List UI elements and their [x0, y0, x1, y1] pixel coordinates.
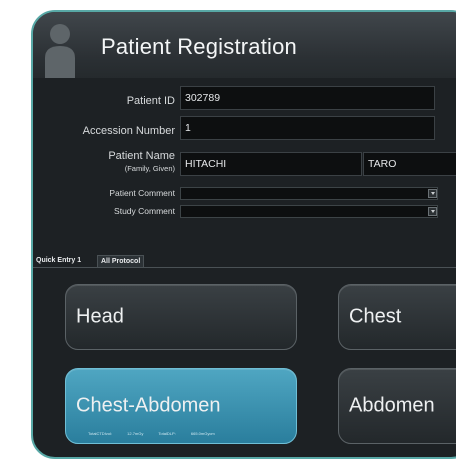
study-comment-dropdown-icon[interactable]	[428, 207, 437, 216]
patient-name-label: Patient Name	[108, 150, 175, 162]
accession-number-field[interactable]: 1	[180, 116, 435, 140]
protocol-label-chest: Chest	[349, 305, 402, 328]
patient-comment-dropdown-icon[interactable]	[428, 189, 437, 198]
patient-name-sublabel: (Family, Given)	[124, 164, 175, 173]
page-title: Patient Registration	[101, 34, 297, 59]
tab-divider	[33, 267, 456, 268]
protocol-button-chest[interactable]: Chest	[338, 284, 456, 350]
protocol-button-abdomen[interactable]: Abdomen	[338, 368, 456, 444]
dose-summary: TotalCTDIvol: 12.7mGy TotalDLP: 665.0mGy…	[88, 431, 229, 436]
study-comment-label: Study Comment	[114, 206, 175, 216]
protocol-button-head[interactable]: Head	[65, 284, 297, 350]
given-name-field[interactable]: TARO	[363, 152, 456, 176]
study-comment-field[interactable]	[180, 205, 438, 218]
total-dlp-label: TotalDLP:	[158, 431, 176, 436]
family-name-field[interactable]: HITACHI	[180, 152, 362, 176]
tab-quick-entry-1[interactable]: Quick Entry 1	[33, 255, 84, 267]
patient-comment-label: Patient Comment	[109, 188, 175, 198]
protocol-button-chest-abdomen[interactable]: Chest-Abdomen TotalCTDIvol: 12.7mGy Tota…	[65, 368, 297, 444]
protocol-label-abdomen: Abdomen	[349, 394, 435, 417]
accession-number-label: Accession Number	[82, 125, 175, 137]
header-bar: Patient Registration	[33, 12, 456, 78]
patient-id-field[interactable]: 302789	[180, 86, 435, 110]
total-dlp-value: 665.0mGycm	[190, 431, 215, 436]
total-ctdivol-label: TotalCTDIvol:	[88, 431, 113, 436]
protocol-label-chest-abdomen: Chest-Abdomen	[76, 394, 221, 417]
total-ctdivol-value: 12.7mGy	[127, 431, 144, 436]
protocol-label-head: Head	[76, 305, 124, 328]
patient-comment-field[interactable]	[180, 187, 438, 200]
patient-avatar-icon	[45, 24, 75, 78]
registration-screen: Patient Registration Patient ID 302789 A…	[31, 10, 456, 459]
patient-id-label: Patient ID	[126, 95, 175, 107]
